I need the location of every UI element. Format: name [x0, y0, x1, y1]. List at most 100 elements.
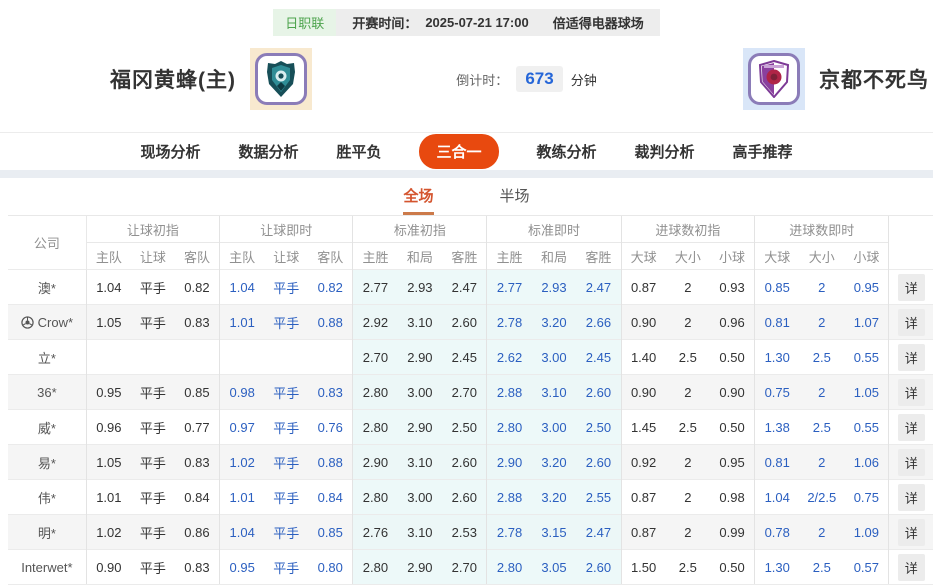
odds-cell: 2.90 — [397, 409, 443, 445]
odds-cell: 2.80 — [486, 549, 532, 585]
odds-cell: 0.76 — [308, 409, 353, 445]
odds-cell — [308, 339, 353, 375]
odds-cell: 2.93 — [397, 269, 443, 305]
detail-button[interactable]: 详 — [897, 378, 925, 406]
odds-cell: 2 — [799, 304, 845, 340]
odds-cell: 2 — [665, 444, 710, 480]
match-odds-page: 日职联 开赛时间： 2025-07-21 17:00 倍适得电器球场 福冈黄蜂(… — [0, 0, 933, 587]
company-cell[interactable]: 澳* — [8, 269, 87, 305]
odds-cell: 2.60 — [442, 304, 487, 340]
odds-cell: 0.50 — [709, 549, 755, 585]
odds-cell: 0.81 — [754, 304, 800, 340]
odds-cell: 2.60 — [576, 549, 622, 585]
company-cell[interactable]: 易* — [8, 444, 87, 480]
home-crest-icon — [267, 61, 295, 97]
home-team-logo-icon — [250, 48, 312, 110]
detail-button[interactable]: 详 — [897, 448, 925, 476]
odds-cell: 2.90 — [486, 444, 532, 480]
league-badge[interactable]: 日职联 — [273, 9, 337, 36]
odds-cell: 3.10 — [397, 514, 443, 550]
subtab-1[interactable]: 全场 — [403, 178, 434, 215]
odds-cell: 2.77 — [486, 269, 532, 305]
company-cell[interactable]: 明* — [8, 514, 87, 550]
odds-table-wrap: 公司 让球初指 让球即时 标准初指 标准即时 进球数初指 进球数即时 主队 让球 客队 主队 让球 客队… — [0, 215, 933, 585]
odds-cell: 2.60 — [442, 444, 487, 480]
detail-cell: 详 — [888, 304, 933, 340]
odds-cell: 2 — [665, 374, 710, 410]
odds-cell — [130, 339, 175, 375]
detail-button[interactable]: 详 — [897, 518, 925, 546]
odds-cell: 0.95 — [709, 444, 755, 480]
match-info-bar: 日职联 开赛时间： 2025-07-21 17:00 倍适得电器球场 — [0, 0, 933, 36]
odds-cell: 0.98 — [219, 374, 265, 410]
nav-tab-5[interactable]: 教练分析 — [537, 141, 597, 162]
odds-cell: 3.00 — [531, 339, 577, 375]
odds-cell: 0.85 — [308, 514, 353, 550]
detail-button[interactable]: 详 — [897, 413, 925, 441]
odds-cell: 0.85 — [754, 269, 800, 305]
odds-cell: 2.80 — [486, 409, 532, 445]
company-name: Crow* — [37, 314, 74, 330]
odds-cell: 0.87 — [620, 269, 666, 305]
odds-cell: 1.04 — [219, 269, 265, 305]
odds-cell: 2.80 — [352, 549, 398, 585]
company-name: 易* — [37, 455, 56, 471]
detail-button[interactable]: 详 — [897, 273, 925, 301]
subtab-2[interactable]: 半场 — [500, 178, 530, 215]
nav-tab-3[interactable]: 胜平负 — [336, 141, 381, 162]
odds-cell: 3.05 — [531, 549, 577, 585]
odds-cell: 1.06 — [844, 444, 889, 480]
company-cell[interactable]: 立* — [8, 339, 87, 375]
odds-cell: 1.01 — [219, 479, 265, 515]
odds-cell: 3.20 — [531, 304, 577, 340]
odds-cell: 0.90 — [620, 304, 666, 340]
nav-tab-7[interactable]: 高手推荐 — [733, 141, 793, 162]
odds-cell: 2.45 — [442, 339, 487, 375]
odds-cell: 3.00 — [397, 374, 443, 410]
page-divider-band — [0, 170, 933, 178]
odds-cell: 2.70 — [352, 339, 398, 375]
odds-cell: 3.10 — [397, 444, 443, 480]
company-cell[interactable]: 伟* — [8, 479, 87, 515]
odds-cell: 0.77 — [174, 409, 220, 445]
odds-row-Interwet: Interwet* 0.90 平手 0.83 0.95 平手 0.80 2.80 2.90 2.7… — [8, 549, 933, 585]
odds-row-澳: 澳* 1.04 平手 0.82 1.04 平手 0.82 2.77 2.93 2.47 2.77 2.… — [8, 269, 933, 305]
nav-bar: 现场分析 数据分析 胜平负 三合一 教练分析 裁判分析 高手推荐 — [0, 133, 933, 170]
odds-cell: 0.95 — [219, 549, 265, 585]
odds-cell: 0.55 — [844, 339, 889, 375]
nav-tab-2[interactable]: 数据分析 — [238, 141, 298, 162]
nav-tab-4[interactable]: 三合一 — [419, 134, 499, 169]
odds-cell: 2.45 — [576, 339, 622, 375]
odds-cell — [219, 339, 265, 375]
teams-row: 福冈黄蜂(主) 倒计时： 673 分钟 京都不死鸟 — [0, 36, 933, 122]
odds-cell: 0.50 — [709, 409, 755, 445]
odds-cell: 0.82 — [308, 269, 353, 305]
company-cell[interactable]: Interwet* — [8, 549, 87, 585]
odds-cell: 1.30 — [754, 549, 800, 585]
detail-button[interactable]: 详 — [897, 483, 925, 511]
detail-button[interactable]: 详 — [897, 553, 925, 581]
odds-cell: 2.47 — [442, 269, 487, 305]
company-cell[interactable]: 36* — [8, 374, 87, 410]
sub-column-header: 客队 — [174, 242, 220, 270]
detail-button[interactable]: 详 — [897, 343, 925, 371]
nav-tab-6[interactable]: 裁判分析 — [635, 141, 695, 162]
odds-cell: 2.76 — [352, 514, 398, 550]
odds-cell: 1.04 — [85, 269, 131, 305]
detail-cell: 详 — [888, 514, 933, 550]
group-header-4: 标准即时 — [486, 215, 622, 243]
detail-button[interactable]: 详 — [897, 308, 925, 336]
odds-cell: 0.92 — [620, 444, 666, 480]
odds-cell: 2.90 — [397, 339, 443, 375]
company-name: 立* — [37, 350, 56, 366]
odds-cell: 0.81 — [754, 444, 800, 480]
soccer-ball-icon — [20, 315, 34, 329]
company-cell[interactable]: Crow* — [8, 304, 87, 340]
nav-tab-1[interactable]: 现场分析 — [140, 141, 200, 162]
group-header-3: 标准初指 — [352, 215, 487, 243]
detail-cell: 详 — [888, 269, 933, 305]
odds-cell: 1.09 — [844, 514, 889, 550]
odds-cell: 2 — [665, 514, 710, 550]
company-cell[interactable]: 威* — [8, 409, 87, 445]
odds-row-伟: 伟* 1.01 平手 0.84 1.01 平手 0.84 2.80 3.00 2.60 2.88 3.… — [8, 479, 933, 515]
